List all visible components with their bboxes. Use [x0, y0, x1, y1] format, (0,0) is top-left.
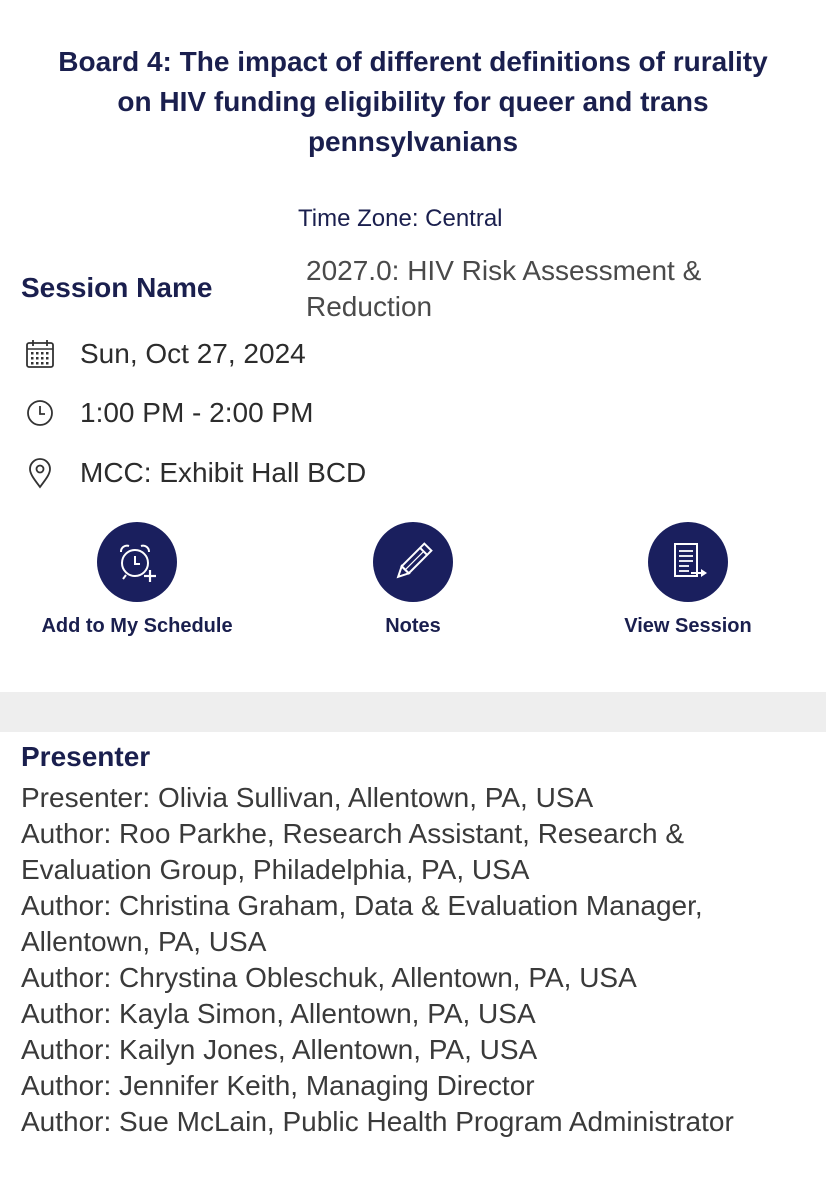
- add-to-schedule-button[interactable]: Add to My Schedule: [27, 522, 247, 638]
- location-pin-icon: [24, 457, 56, 489]
- author-entry: Author: Jennifer Keith, Managing Directo…: [21, 1070, 535, 1101]
- presenter-list: Presenter: Olivia Sullivan, Allentown, P…: [21, 780, 801, 1140]
- page-title: Board 4: The impact of different definit…: [58, 46, 768, 157]
- session-name-value: 2027.0: HIV Risk Assessment & Reduction: [306, 255, 702, 322]
- author-entry: Author: Kayla Simon, Allentown, PA, USA: [21, 998, 536, 1029]
- add-to-schedule-label: Add to My Schedule: [41, 615, 233, 637]
- pencil-icon[interactable]: [373, 522, 453, 602]
- timezone-label: Time Zone: Central: [298, 205, 503, 232]
- author-entry: Author: Chrystina Obleschuk, Allentown, …: [21, 962, 637, 993]
- view-session-button[interactable]: View Session: [578, 522, 798, 638]
- view-session-label: View Session: [624, 615, 752, 637]
- time-row: 1:00 PM - 2:00 PM: [0, 393, 826, 433]
- calendar-icon: [24, 338, 56, 370]
- author-entry: Author: Kailyn Jones, Allentown, PA, USA: [21, 1034, 538, 1065]
- section-divider: [0, 692, 826, 732]
- location-row: MCC: Exhibit Hall BCD: [0, 453, 826, 493]
- presenter-entry: Presenter: Olivia Sullivan, Allentown, P…: [21, 782, 594, 813]
- author-entry: Author: Christina Graham, Data & Evaluat…: [21, 890, 703, 957]
- session-time: 1:00 PM - 2:00 PM: [80, 397, 314, 428]
- session-location: MCC: Exhibit Hall BCD: [80, 457, 367, 488]
- date-row: Sun, Oct 27, 2024: [0, 334, 826, 374]
- document-arrow-icon[interactable]: [648, 522, 728, 602]
- notes-button[interactable]: Notes: [303, 522, 523, 638]
- session-date: Sun, Oct 27, 2024: [80, 338, 306, 369]
- session-name-label: Session Name: [21, 272, 213, 303]
- author-entry: Author: Sue McLain, Public Health Progra…: [21, 1106, 734, 1137]
- presenter-heading: Presenter: [21, 741, 151, 772]
- notes-label: Notes: [385, 615, 441, 637]
- alarm-clock-plus-icon[interactable]: [97, 522, 177, 602]
- author-entry: Author: Roo Parkhe, Research Assistant, …: [21, 818, 684, 885]
- clock-icon: [24, 397, 56, 429]
